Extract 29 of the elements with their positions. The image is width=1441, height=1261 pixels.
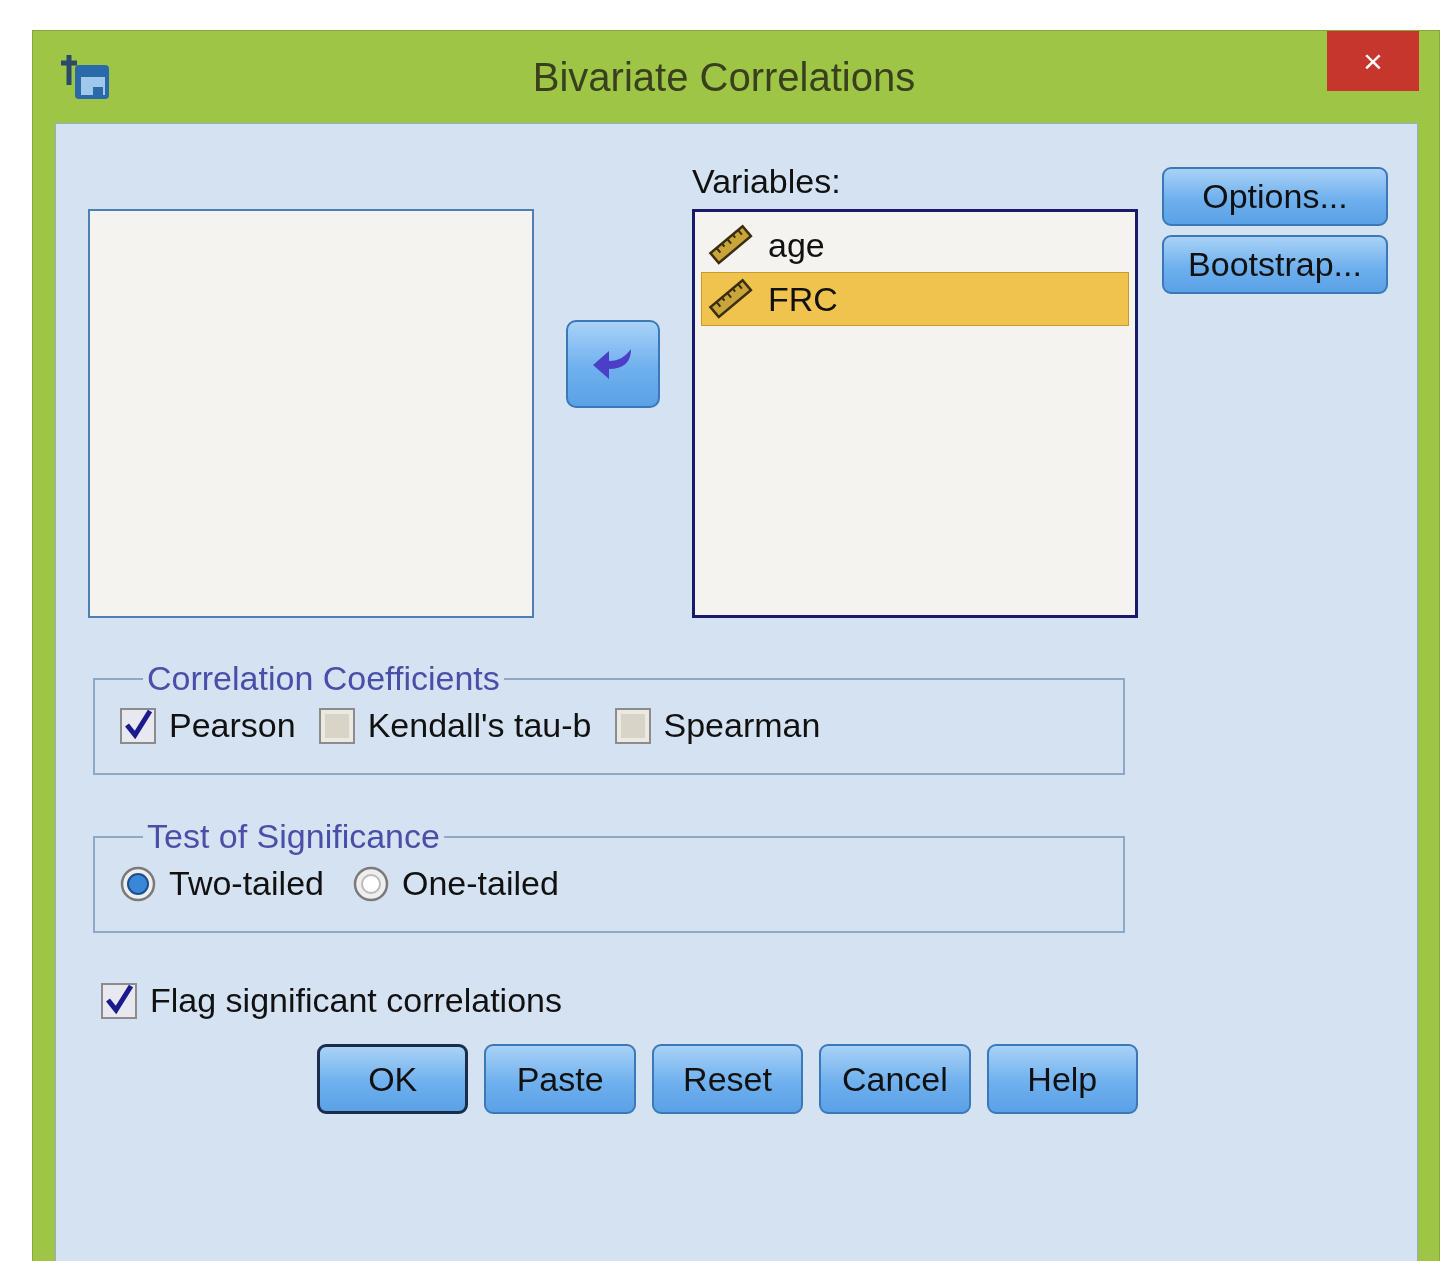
dialog-button[interactable]: Help: [986, 1044, 1138, 1114]
app-icon: [61, 53, 111, 101]
checkbox[interactable]: [119, 706, 157, 745]
checkbox[interactable]: [613, 706, 652, 745]
variable-item[interactable]: age: [701, 218, 1129, 272]
dialog-button[interactable]: Reset: [651, 1044, 804, 1114]
dialog-button[interactable]: Cancel: [819, 1044, 971, 1114]
move-button[interactable]: [566, 320, 660, 408]
radio-label: Two-tailed: [169, 864, 324, 903]
bootstrap-button[interactable]: Bootstrap...: [1162, 235, 1388, 294]
options-button[interactable]: Options...: [1162, 167, 1388, 226]
radio-label: One-tailed: [401, 864, 559, 903]
dialog-button[interactable]: Paste: [484, 1044, 636, 1114]
variable-item[interactable]: FRC: [701, 272, 1129, 326]
checkbox[interactable]: [317, 706, 356, 745]
dialog-button[interactable]: OK: [317, 1044, 469, 1114]
checkbox[interactable]: [100, 981, 138, 1020]
checkbox-label: Flag significant correlations: [150, 981, 562, 1020]
checkbox-label: Kendall's tau-b: [367, 706, 592, 745]
variables-label: Variables:: [692, 162, 842, 202]
window-title: Bivariate Correlations: [531, 54, 917, 100]
checkbox-label: Spearman: [663, 706, 821, 745]
variables-list[interactable]: age FRC: [692, 209, 1138, 618]
group-title: Test of Significance: [146, 817, 441, 856]
group-title: Correlation Coefficients: [146, 659, 501, 698]
close-button[interactable]: ×: [1327, 31, 1419, 91]
checkbox-label: Pearson: [169, 706, 296, 745]
radio-button[interactable]: [351, 864, 390, 903]
radio-button[interactable]: [119, 864, 157, 903]
